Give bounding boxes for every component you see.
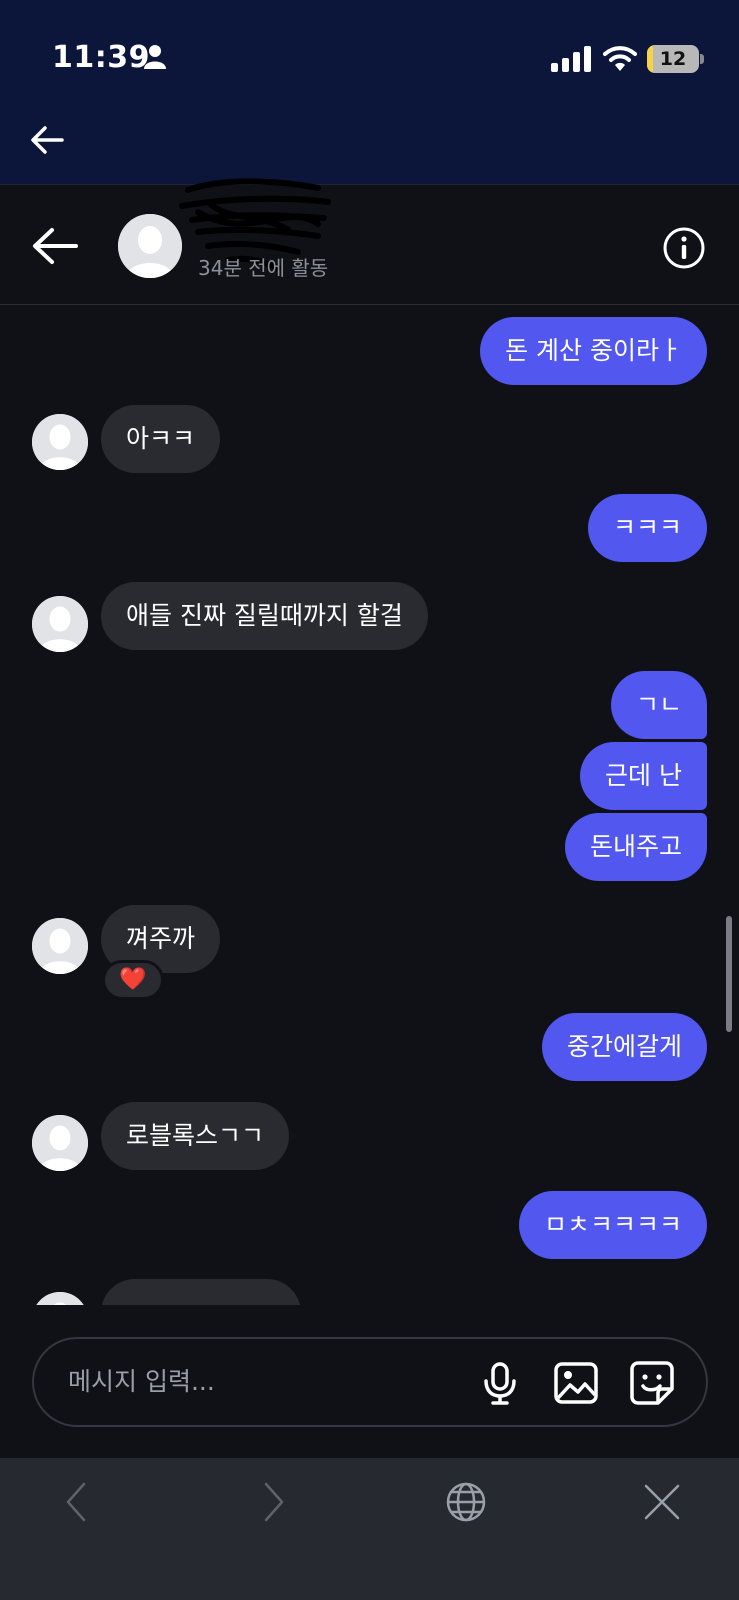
contact-active-status: 34분 전에 활동 <box>198 256 329 280</box>
sent-message[interactable]: 근데 난 <box>580 742 707 810</box>
contact-avatar-small <box>32 1292 88 1305</box>
microphone-icon[interactable] <box>476 1359 524 1407</box>
sent-message[interactable]: 중간에갈게 <box>541 1013 707 1081</box>
sent-message[interactable]: 돈내주고 <box>564 813 707 881</box>
browser-toolbar <box>0 1458 739 1600</box>
close-icon[interactable] <box>638 1478 686 1526</box>
message-list[interactable]: 돈 계산 중이라ㅏ 아ㅋㅋ ㅋㅋㅋ 애들 진짜 질릴때까지 할걸 ㄱㄴ 근데 난… <box>0 306 739 1305</box>
clock-time: 11:39 <box>52 40 150 75</box>
battery-indicator: 12 <box>647 45 699 73</box>
cellular-signal-icon <box>551 46 591 72</box>
arrow-left-icon[interactable] <box>28 122 66 158</box>
person-icon <box>144 45 166 69</box>
message-composer: 메시지 입력... <box>32 1337 708 1427</box>
chevron-left-icon[interactable] <box>54 1478 102 1526</box>
globe-icon[interactable] <box>442 1478 490 1526</box>
contact-avatar-small <box>32 596 88 652</box>
received-message[interactable]: 애들 진짜 질릴때까지 할걸 <box>101 582 428 650</box>
chevron-right-icon[interactable] <box>248 1478 296 1526</box>
contact-avatar-small <box>32 918 88 974</box>
sticker-icon[interactable] <box>628 1359 676 1407</box>
arrow-left-icon[interactable] <box>30 226 80 266</box>
chat-header: 34분 전에 활동 <box>0 178 739 305</box>
contact-avatar-small <box>32 414 88 470</box>
received-message[interactable]: 아ㅋㅋ <box>101 405 221 473</box>
battery-cap <box>700 54 704 64</box>
battery-level: 12 <box>659 48 687 70</box>
status-bar: 11:39 12 <box>0 0 739 185</box>
info-icon[interactable] <box>662 226 706 270</box>
image-icon[interactable] <box>552 1359 600 1407</box>
heart-reaction-icon[interactable]: ❤️ <box>102 960 164 1000</box>
contact-avatar-small <box>32 1115 88 1171</box>
received-message[interactable] <box>101 1279 301 1305</box>
message-input[interactable]: 메시지 입력... <box>68 1339 468 1425</box>
wifi-icon <box>603 46 637 71</box>
scrollbar-thumb[interactable] <box>726 916 732 1032</box>
sent-message[interactable]: ㅁㅊㅋㅋㅋㅋ <box>518 1191 707 1259</box>
sent-message[interactable]: 돈 계산 중이라ㅏ <box>480 317 707 385</box>
received-message[interactable]: 로블록스ㄱㄱ <box>101 1102 290 1170</box>
sent-message[interactable]: ㄱㄴ <box>610 671 707 739</box>
sent-message[interactable]: ㅋㅋㅋ <box>587 494 707 562</box>
